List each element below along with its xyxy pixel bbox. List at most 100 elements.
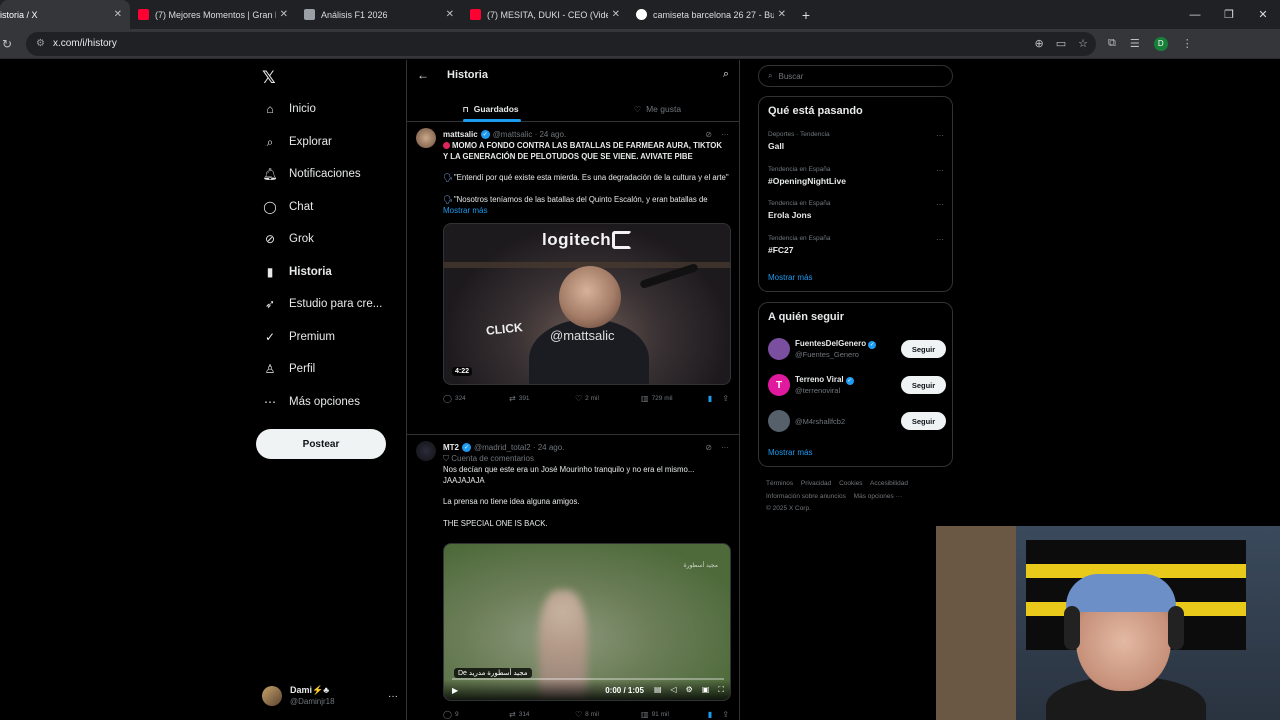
trend-item[interactable]: Tendencia en España Erola Jons ··· <box>768 200 944 220</box>
trend-item[interactable]: Tendencia en España #FC27 ··· <box>768 235 944 255</box>
cast-icon[interactable]: ▭ <box>1056 37 1066 50</box>
like-button[interactable]: ♡ 8 mil <box>575 710 641 719</box>
nav-item-premium[interactable]: ✓ Premium <box>262 326 335 348</box>
trend-item[interactable]: Deportes · Tendencia Gall ··· <box>768 131 944 151</box>
avatar[interactable] <box>416 128 436 148</box>
show-more-follow-link[interactable]: Mostrar más <box>768 448 812 457</box>
more-icon[interactable]: ··· <box>388 691 398 702</box>
more-icon[interactable]: ··· <box>936 235 944 244</box>
restore-icon[interactable]: ❐ <box>1212 0 1246 29</box>
tab-guardados[interactable]: ⊓ Guardados <box>407 96 574 122</box>
play-icon[interactable]: ▶ <box>452 686 458 695</box>
more-icon[interactable]: ··· <box>721 130 729 139</box>
tab-youtube-1[interactable]: (7) Mejores Momentos | Gran P ✕ <box>130 0 296 29</box>
account-switcher[interactable]: Dami⚡️♣ @Daminjr18 ··· <box>262 682 398 710</box>
verified-badge-icon: ✓ <box>845 377 854 386</box>
follow-suggestion[interactable]: T Terreno Viral ✓ @terrenoviral Seguir <box>768 373 946 397</box>
nav-item-chat[interactable]: ◯ Chat <box>262 196 313 218</box>
like-button[interactable]: ♡ 2 mil <box>575 394 641 403</box>
site-settings-icon[interactable]: ⚙ <box>36 38 45 49</box>
show-more-link[interactable]: Mostrar más <box>443 206 729 215</box>
close-tab-icon[interactable]: ✕ <box>778 9 786 20</box>
nav-item-inicio[interactable]: ⌂ Inicio <box>262 98 315 120</box>
nav-item-estudio[interactable]: ➶ Estudio para cre... <box>262 293 382 315</box>
close-window-icon[interactable]: ✕ <box>1246 0 1280 29</box>
grok-icon[interactable]: ⊘ <box>705 130 712 139</box>
post-video[interactable]: مجيد أسطورة De مجيد أسطورة مدريد ▶ 0:00 … <box>443 543 731 701</box>
profile-avatar[interactable]: D <box>1153 36 1168 51</box>
footer-link[interactable]: Información sobre anuncios <box>766 493 846 500</box>
post[interactable]: MT2 ✓ @madrid_total2 · 24 ago. ⊘ ··· ⛉ C… <box>407 435 739 720</box>
captions-icon[interactable]: ▤ <box>654 685 662 695</box>
show-more-trends-link[interactable]: Mostrar más <box>768 273 812 282</box>
post-button[interactable]: Postear <box>256 429 386 459</box>
search-icon[interactable]: ⌕ <box>723 68 729 81</box>
footer-link[interactable]: Accesibilidad <box>870 480 908 487</box>
bookmark-icon[interactable]: ▮ <box>708 394 712 403</box>
more-icon[interactable]: ··· <box>936 166 944 175</box>
reply-button[interactable]: ◯ 9 <box>443 710 509 719</box>
footer-link[interactable]: Más opciones ··· <box>854 493 902 500</box>
minimize-icon[interactable]: — <box>1178 0 1212 29</box>
address-bar[interactable]: ⚙ x.com/i/history ⊕ ▭ ☆ <box>26 31 1096 56</box>
settings-icon[interactable]: ⚙ <box>686 685 693 695</box>
tab-youtube-2[interactable]: (7) MESITA, DUKI - CEO (Video ✕ <box>462 0 628 29</box>
views-button[interactable]: ▥ 91 mil <box>641 710 707 719</box>
fullscreen-icon[interactable]: ⛶ <box>718 685 724 695</box>
follow-suggestion[interactable]: @M4rshallfcb2 Seguir <box>768 409 946 433</box>
tab-f1[interactable]: Análisis F1 2026 ✕ <box>296 0 462 29</box>
grok-icon[interactable]: ⊘ <box>705 443 712 452</box>
share-icon[interactable]: ⇪ <box>722 394 729 403</box>
menu-icon[interactable]: ⋮ <box>1182 37 1193 50</box>
star-icon[interactable]: ☆ <box>1078 37 1088 50</box>
nav-item-notificaciones[interactable]: 🔔︎ Notificaciones <box>262 163 360 185</box>
author-name[interactable]: mattsalic <box>443 130 478 139</box>
repost-button[interactable]: ⇄ 314 <box>509 710 575 719</box>
close-tab-icon[interactable]: ✕ <box>612 9 620 20</box>
author-name[interactable]: MT2 <box>443 443 459 452</box>
follow-button[interactable]: Seguir <box>901 340 946 358</box>
more-icon[interactable]: ··· <box>936 131 944 140</box>
more-icon[interactable]: ··· <box>721 443 729 452</box>
trend-item[interactable]: Tendencia en España #OpeningNightLive ··… <box>768 166 944 186</box>
author-handle[interactable]: @madrid_total2 · 24 ago. <box>474 443 564 452</box>
avatar[interactable] <box>416 441 436 461</box>
close-tab-icon[interactable]: ✕ <box>114 9 122 20</box>
post-video[interactable]: logitech CLICK @mattsalic 4:22 <box>443 223 731 385</box>
tab-x-history[interactable]: istoria / X ✕ <box>0 0 130 29</box>
mute-icon[interactable]: ◁ <box>671 685 677 695</box>
tab-me-gusta[interactable]: ♡ Me gusta <box>574 96 739 122</box>
close-tab-icon[interactable]: ✕ <box>280 9 288 20</box>
nav-item-historia[interactable]: ▮ Historia <box>262 261 332 283</box>
footer-link[interactable]: Términos <box>766 480 793 487</box>
footer-link[interactable]: Privacidad <box>801 480 831 487</box>
pip-icon[interactable]: ▣ <box>702 685 710 695</box>
zoom-icon[interactable]: ⊕ <box>1035 37 1044 50</box>
tab-google-search[interactable]: camiseta barcelona 26 27 - Bus ✕ <box>628 0 794 29</box>
reading-list-icon[interactable]: ☰ <box>1130 37 1140 50</box>
reload-icon[interactable]: ↻ <box>2 37 18 51</box>
close-tab-icon[interactable]: ✕ <box>446 9 454 20</box>
nav-item-grok[interactable]: ⊘ Grok <box>262 228 314 250</box>
views-button[interactable]: ▥ 729 mil <box>641 394 707 403</box>
back-arrow-icon[interactable]: ← <box>417 68 429 82</box>
reply-button[interactable]: ◯ 324 <box>443 394 509 403</box>
new-tab-button[interactable]: + <box>794 0 818 29</box>
follow-suggestion[interactable]: FuentesDelGenero ✓ @Fuentes_Genero Seguir <box>768 337 946 361</box>
share-icon[interactable]: ⇪ <box>722 710 729 719</box>
nav-item-perfil[interactable]: ♙ Perfil <box>262 358 316 380</box>
search-input[interactable]: ⌕ Buscar <box>758 65 953 87</box>
footer-link[interactable]: Cookies <box>839 480 862 487</box>
repost-button[interactable]: ⇄ 391 <box>509 394 575 403</box>
post[interactable]: mattsalic ✓ @mattsalic · 24 ago. ⊘ ··· M… <box>407 122 739 435</box>
nav-item-mas-opciones[interactable]: ⋯ Más opciones <box>262 391 360 413</box>
avatar <box>262 686 282 706</box>
nav-item-explorar[interactable]: ⌕ Explorar <box>262 131 332 153</box>
extensions-icon[interactable]: ⧉ <box>1108 37 1116 50</box>
bookmark-icon[interactable]: ▮ <box>708 710 712 719</box>
more-icon[interactable]: ··· <box>936 200 944 209</box>
follow-button[interactable]: Seguir <box>901 376 946 394</box>
follow-button[interactable]: Seguir <box>901 412 946 430</box>
x-logo-icon[interactable]: 𝕏 <box>262 68 276 88</box>
author-handle[interactable]: @mattsalic · 24 ago. <box>493 130 566 139</box>
